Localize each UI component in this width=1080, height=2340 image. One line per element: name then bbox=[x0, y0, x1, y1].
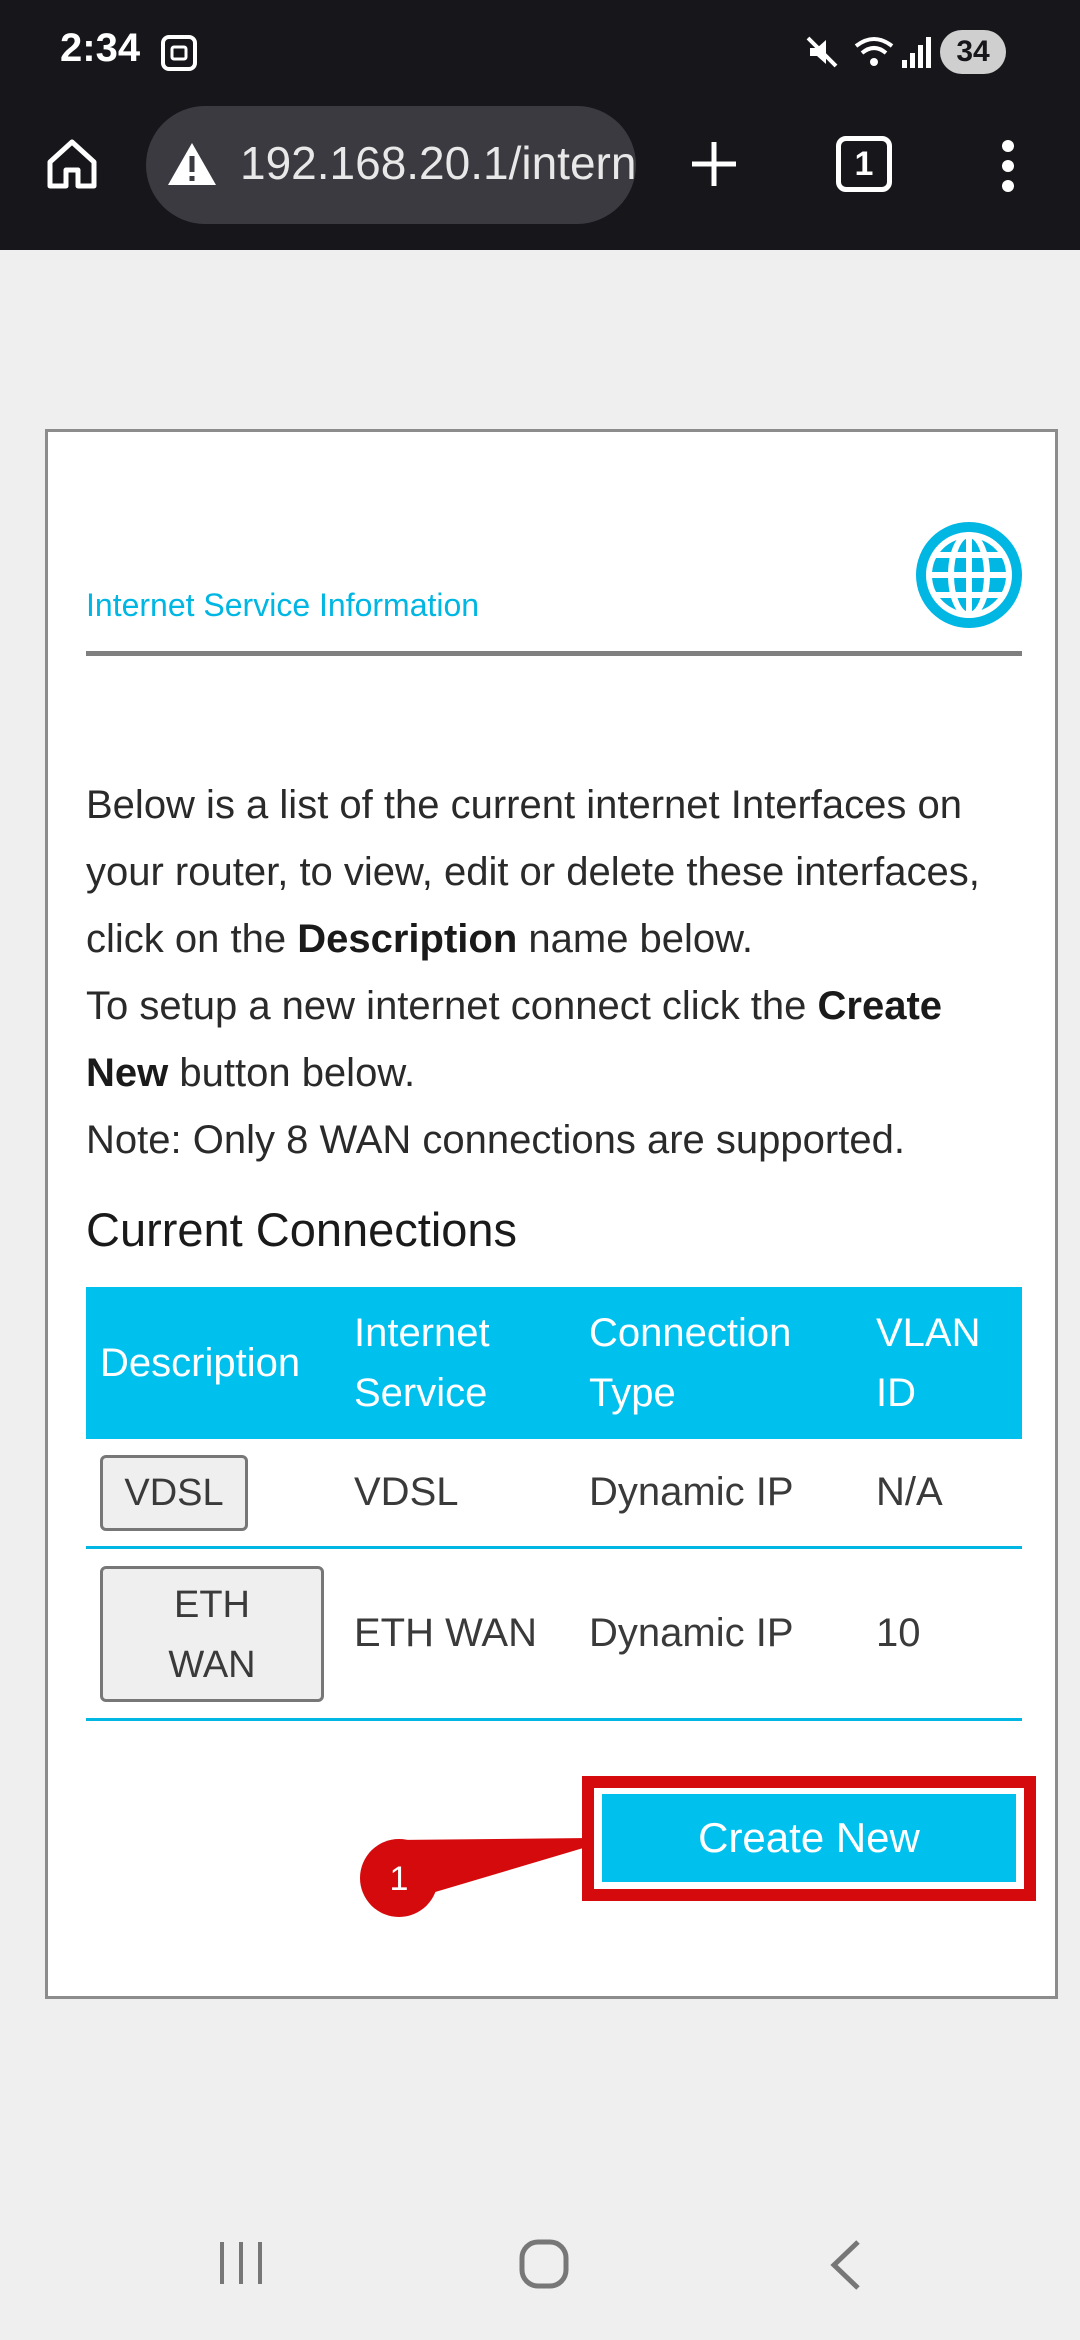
intro-p1-end: name below. bbox=[517, 917, 753, 961]
create-new-button[interactable]: Create New bbox=[602, 1794, 1016, 1882]
tab-switcher-icon[interactable]: 1 bbox=[836, 136, 892, 192]
section-title: Internet Service Information bbox=[86, 587, 480, 623]
intro-text: Below is a list of the current internet … bbox=[86, 772, 1026, 1174]
header-internet-service: Internet Service bbox=[354, 1311, 490, 1415]
intro-p2: To setup a new internet connect click th… bbox=[86, 984, 818, 1028]
home-icon[interactable] bbox=[44, 136, 100, 192]
row-description-button[interactable]: ETH WAN bbox=[100, 1565, 324, 1702]
header-description: Description bbox=[100, 1341, 301, 1385]
back-icon[interactable] bbox=[828, 2238, 864, 2292]
connections-table: Description Internet Service Connection … bbox=[86, 1287, 1022, 1721]
header-connection-type: Connection Type bbox=[589, 1311, 792, 1415]
globe-icon bbox=[916, 522, 1022, 628]
wifi-icon bbox=[854, 37, 894, 66]
title-divider bbox=[86, 651, 1022, 656]
row-description-button[interactable]: VDSL bbox=[100, 1454, 248, 1531]
row-connection-type: Dynamic IP bbox=[589, 1470, 794, 1514]
intro-p2-end: button below. bbox=[168, 1051, 416, 1095]
callout-number: 1 bbox=[389, 1860, 409, 1898]
header-vlan-id: VLAN ID bbox=[876, 1311, 981, 1415]
row-vlan-id: N/A bbox=[876, 1470, 943, 1514]
internet-service-card: Internet Service Information Below is a … bbox=[45, 429, 1058, 1999]
system-nav-bar bbox=[0, 2190, 1080, 2340]
intro-note: Note: Only 8 WAN connections are support… bbox=[86, 1118, 905, 1162]
row-internet-service: VDSL bbox=[354, 1470, 459, 1514]
battery-icon: 34 bbox=[940, 30, 1006, 74]
signal-icon bbox=[902, 37, 931, 68]
warning-icon bbox=[168, 143, 216, 185]
table-row: ETH WAN ETH WAN Dynamic IP 10 bbox=[86, 1549, 1022, 1721]
mute-icon bbox=[806, 36, 838, 68]
browser-top-bar: 2:34 34 192.168.20.1/internet 1 bbox=[0, 0, 1080, 250]
current-connections-heading: Current Connections bbox=[86, 1203, 518, 1256]
row-connection-type: Dynamic IP bbox=[589, 1611, 794, 1655]
row-vlan-id: 10 bbox=[876, 1611, 921, 1655]
recents-icon[interactable] bbox=[216, 2240, 266, 2286]
home-nav-icon[interactable] bbox=[518, 2238, 570, 2290]
new-tab-icon[interactable] bbox=[688, 138, 740, 190]
table-header: Description Internet Service Connection … bbox=[86, 1287, 1022, 1439]
screenshot-icon bbox=[161, 35, 197, 71]
status-time: 2:34 bbox=[60, 26, 141, 70]
table-row: VDSL VDSL Dynamic IP N/A bbox=[86, 1439, 1022, 1549]
address-bar[interactable]: 192.168.20.1/internet bbox=[146, 106, 636, 224]
menu-icon[interactable] bbox=[996, 138, 1020, 194]
url-text: 192.168.20.1/internet bbox=[240, 137, 636, 189]
intro-p1-bold: Description bbox=[297, 917, 518, 961]
row-internet-service: ETH WAN bbox=[354, 1611, 537, 1655]
